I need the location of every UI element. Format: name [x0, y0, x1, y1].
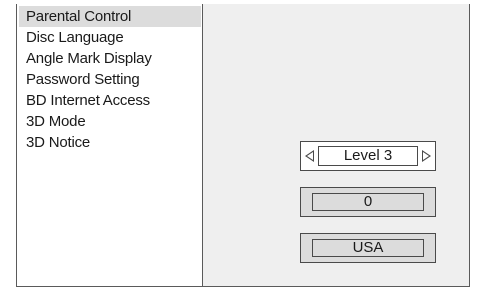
parental-level-selector[interactable]: Level 3: [300, 141, 436, 171]
settings-panel: Level 3 0 USA: [203, 4, 469, 286]
menu-item-3d-notice[interactable]: 3D Notice: [19, 132, 201, 153]
menu-item-password-setting[interactable]: Password Setting: [19, 69, 201, 90]
country-code-field[interactable]: USA: [300, 233, 436, 263]
settings-screen: Parental Control Disc Language Angle Mar…: [16, 4, 470, 287]
password-field[interactable]: 0: [300, 187, 436, 217]
menu-item-bd-internet-access[interactable]: BD Internet Access: [19, 90, 201, 111]
parental-level-value: Level 3: [318, 146, 418, 166]
menu-item-angle-mark-display[interactable]: Angle Mark Display: [19, 48, 201, 69]
menu-item-parental-control[interactable]: Parental Control: [19, 6, 201, 27]
menu-item-3d-mode[interactable]: 3D Mode: [19, 111, 201, 132]
settings-menu: Parental Control Disc Language Angle Mar…: [17, 4, 203, 286]
triangle-right-icon[interactable]: [422, 150, 431, 162]
triangle-left-icon[interactable]: [305, 150, 314, 162]
country-code-value: USA: [312, 239, 424, 257]
password-value: 0: [312, 193, 424, 211]
menu-item-disc-language[interactable]: Disc Language: [19, 27, 201, 48]
